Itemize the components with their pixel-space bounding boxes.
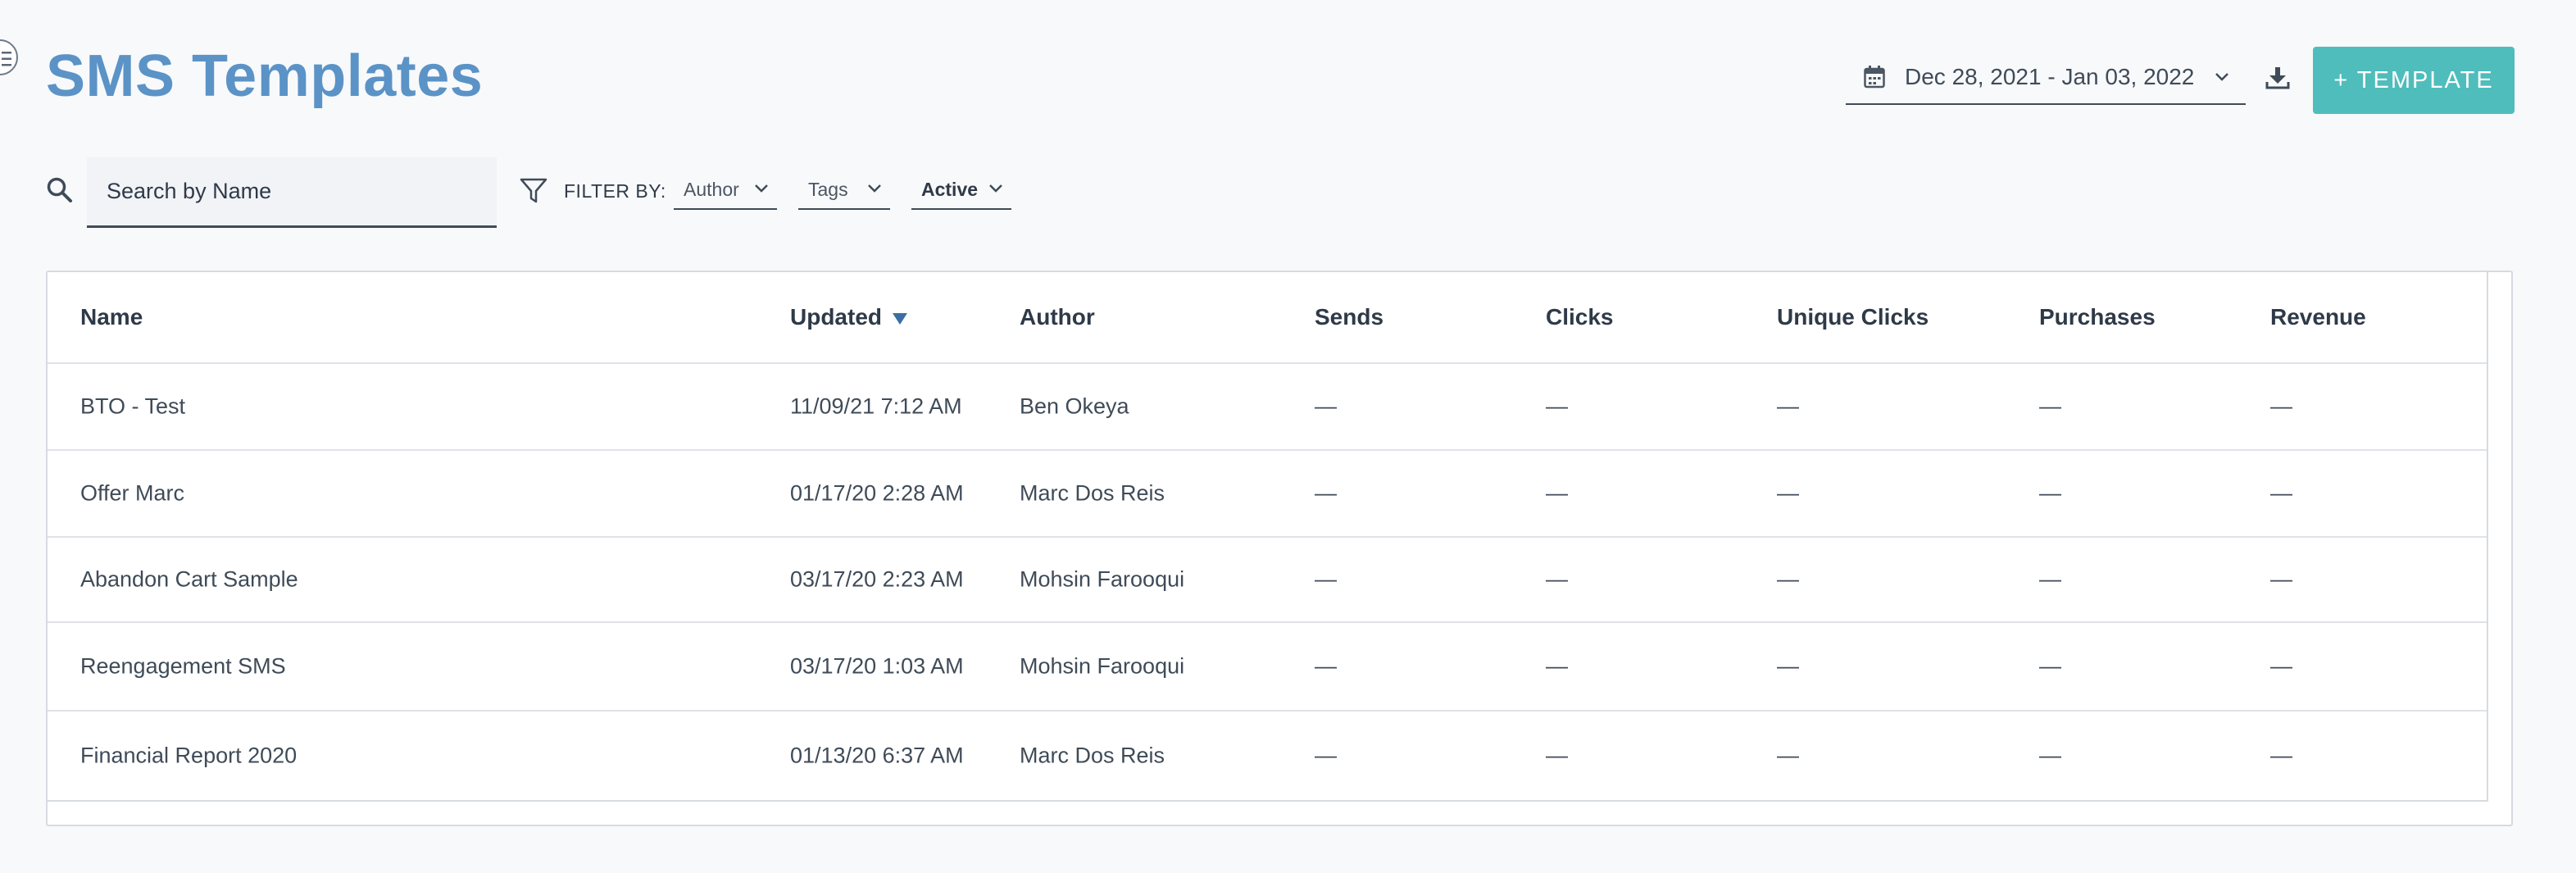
- template-name[interactable]: Reengagement SMS: [80, 654, 286, 680]
- download-icon: [2265, 67, 2290, 89]
- status-filter-dropdown[interactable]: Active: [911, 172, 1011, 210]
- sends-value: —: [1315, 743, 1337, 768]
- date-range-value: Dec 28, 2021 - Jan 03, 2022: [1905, 64, 2195, 89]
- author-name: Marc Dos Reis: [1020, 743, 1165, 768]
- menu-icon: [2, 52, 11, 66]
- template-name[interactable]: BTO - Test: [80, 394, 185, 420]
- clicks-value: —: [1546, 653, 1568, 679]
- unique-clicks-value: —: [1777, 480, 1799, 506]
- author-name: Ben Okeya: [1020, 393, 1129, 419]
- purchases-value: —: [2039, 653, 2061, 679]
- chevron-down-icon: [2215, 73, 2228, 81]
- page-title: SMS Templates: [46, 43, 484, 109]
- sends-value: —: [1315, 393, 1337, 419]
- column-header-sends[interactable]: Sends: [1315, 304, 1383, 330]
- updated-date: 01/17/20 2:28 AM: [790, 480, 964, 506]
- updated-date: 03/17/20 1:03 AM: [790, 653, 964, 679]
- menu-toggle-button[interactable]: [0, 39, 18, 75]
- template-name[interactable]: Financial Report 2020: [80, 743, 297, 769]
- updated-date: 11/09/21 7:12 AM: [790, 393, 962, 419]
- author-filter-dropdown[interactable]: Author: [674, 172, 777, 210]
- updated-date: 01/13/20 6:37 AM: [790, 743, 964, 768]
- unique-clicks-value: —: [1777, 653, 1799, 679]
- download-button[interactable]: [2265, 66, 2295, 95]
- revenue-value: —: [2270, 743, 2292, 768]
- unique-clicks-value: —: [1777, 393, 1799, 419]
- updated-date: 03/17/20 2:23 AM: [790, 566, 964, 592]
- chevron-down-icon: [868, 184, 881, 193]
- table-row[interactable]: BTO - Test 11/09/21 7:12 AM Ben Okeya — …: [48, 364, 2487, 451]
- sends-value: —: [1315, 480, 1337, 506]
- sends-value: —: [1315, 653, 1337, 679]
- column-header-purchases[interactable]: Purchases: [2039, 304, 2156, 330]
- sort-desc-icon: [893, 312, 907, 325]
- purchases-value: —: [2039, 480, 2061, 506]
- date-range-picker[interactable]: Dec 28, 2021 - Jan 03, 2022: [1846, 51, 2246, 105]
- author-name: Marc Dos Reis: [1020, 480, 1165, 506]
- purchases-value: —: [2039, 566, 2061, 592]
- author-filter-label: Author: [684, 179, 739, 200]
- column-header-clicks[interactable]: Clicks: [1546, 304, 1614, 330]
- column-header-updated-label: Updated: [790, 304, 882, 330]
- clicks-value: —: [1546, 743, 1568, 768]
- search-icon: [47, 177, 72, 202]
- search-input[interactable]: [87, 157, 497, 228]
- unique-clicks-value: —: [1777, 743, 1799, 768]
- revenue-value: —: [2270, 653, 2292, 679]
- tags-filter-dropdown[interactable]: Tags: [798, 172, 890, 210]
- purchases-value: —: [2039, 743, 2061, 768]
- chevron-down-icon: [755, 184, 768, 193]
- column-header-name[interactable]: Name: [80, 304, 143, 330]
- calendar-icon: [1864, 66, 1885, 89]
- revenue-value: —: [2270, 393, 2292, 419]
- table-row[interactable]: Reengagement SMS 03/17/20 1:03 AM Mohsin…: [48, 623, 2487, 712]
- author-name: Mohsin Farooqui: [1020, 566, 1185, 592]
- templates-table: Name Updated Author Sends Clicks Unique …: [46, 271, 2513, 826]
- table-body: Name Updated Author Sends Clicks Unique …: [48, 272, 2488, 802]
- column-header-revenue[interactable]: Revenue: [2270, 304, 2366, 330]
- clicks-value: —: [1546, 393, 1568, 419]
- template-name[interactable]: Abandon Cart Sample: [80, 567, 298, 593]
- table-row[interactable]: Abandon Cart Sample 03/17/20 2:23 AM Moh…: [48, 538, 2487, 623]
- clicks-value: —: [1546, 566, 1568, 592]
- chevron-down-icon: [989, 184, 1002, 193]
- status-filter-label: Active: [921, 179, 979, 200]
- column-header-updated[interactable]: Updated: [790, 304, 908, 330]
- add-template-button[interactable]: + TEMPLATE: [2313, 47, 2515, 114]
- column-header-author[interactable]: Author: [1020, 304, 1095, 330]
- template-name[interactable]: Offer Marc: [80, 481, 184, 507]
- revenue-value: —: [2270, 566, 2292, 592]
- author-name: Mohsin Farooqui: [1020, 653, 1185, 679]
- clicks-value: —: [1546, 480, 1568, 506]
- sends-value: —: [1315, 566, 1337, 592]
- purchases-value: —: [2039, 393, 2061, 419]
- filter-by-label: FILTER BY:: [564, 180, 666, 202]
- revenue-value: —: [2270, 480, 2292, 506]
- unique-clicks-value: —: [1777, 566, 1799, 592]
- table-header-row: Name Updated Author Sends Clicks Unique …: [48, 272, 2487, 364]
- table-row[interactable]: Financial Report 2020 01/13/20 6:37 AM M…: [48, 712, 2487, 800]
- column-header-unique-clicks[interactable]: Unique Clicks: [1777, 304, 1929, 330]
- table-row[interactable]: Offer Marc 01/17/20 2:28 AM Marc Dos Rei…: [48, 451, 2487, 538]
- filter-icon: [520, 178, 547, 203]
- tags-filter-label: Tags: [808, 179, 848, 200]
